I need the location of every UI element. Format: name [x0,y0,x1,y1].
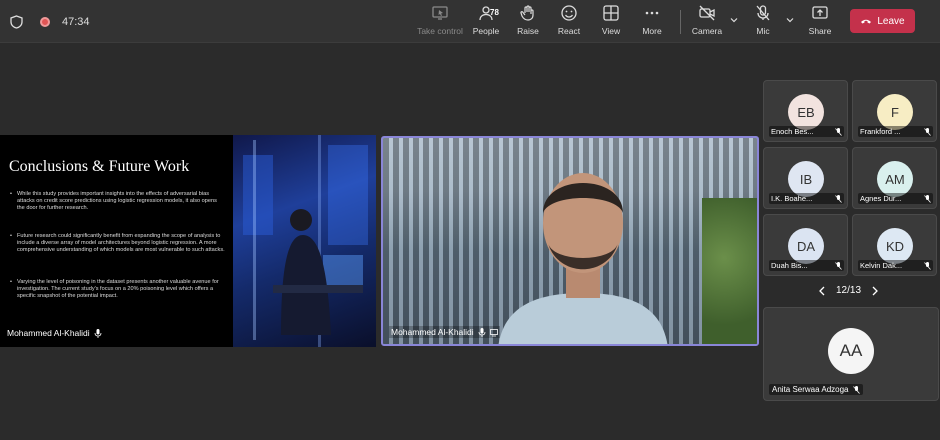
camera-label: Camera [691,26,723,36]
slide-bullet: Varying the level of poisoning in the da… [10,279,225,300]
participant-name: Agnes Dur... [860,194,902,203]
raise-hand-icon [520,5,534,21]
avatar: DA [788,228,824,264]
presenter-name: Mohammed Al-Khalidi [7,328,90,338]
view-label: View [601,26,621,36]
avatar: EB [788,94,824,130]
people-count-badge: 78 [490,8,499,17]
mic-muted-icon [852,385,860,394]
take-control-label: Take control [417,26,463,36]
take-control-button[interactable]: Take control [414,4,466,40]
raise-label: Raise [517,26,539,36]
participant-tile[interactable]: AM Agnes Dur... [852,147,937,209]
mic-muted-icon [835,194,842,203]
participant-tile[interactable]: IB I.K. Boahe... [763,147,848,209]
slide-bullet: Future research could significantly bene… [10,233,225,254]
meeting-toolbar: 47:34 Take control 78 People Raise React… [0,0,940,43]
shield-icon[interactable] [10,0,23,43]
slide-text-panel: Conclusions & Future Work While this stu… [0,135,233,347]
more-button[interactable]: More [626,4,678,40]
participant-name-tag: Anita Serwaa Adzoga [769,384,863,395]
mic-muted-icon [835,127,842,136]
participant-name-tag: I.K. Boahe... [769,193,844,204]
avatar: IB [788,161,824,197]
leave-label: Leave [877,15,905,27]
participant-name: Enoch Bes... [771,127,814,136]
speaker-name-tag: Mohammed Al-Khalidi [389,326,500,338]
recording-indicator-icon [40,0,50,43]
mic-icon [94,328,102,338]
pager-label: 12/13 [836,285,862,296]
video-background-tree [702,198,757,344]
participant-pager: 12/13 [818,285,879,296]
speaker-silhouette [498,173,668,344]
participant-name: I.K. Boahe... [771,194,813,203]
people-label: People [472,26,500,36]
more-dots-icon [645,11,659,15]
share-button[interactable]: Share [794,4,846,40]
mic-button[interactable]: Mic [737,4,789,40]
mic-off-icon [756,5,770,21]
chevron-right-icon[interactable] [871,286,879,296]
take-control-icon [432,6,448,20]
slide-illustration [233,135,376,347]
participant-name-tag: Enoch Bes... [769,126,844,137]
participant-name-tag: Duah Bis... [769,260,844,271]
avatar: AA [828,328,874,374]
more-label: More [642,26,662,36]
participant-name: Duah Bis... [771,261,808,270]
shared-screen: Conclusions & Future Work While this stu… [0,135,376,347]
avatar: AM [877,161,913,197]
participant-name-tag: Frankford ... [858,126,933,137]
participant-tile[interactable]: EB Enoch Bes... [763,80,848,142]
meeting-timer: 47:34 [62,15,90,28]
participant-tile[interactable]: F Frankford ... [852,80,937,142]
participant-name-tag: Kelvin Dak... [858,260,933,271]
share-screen-icon [812,6,828,19]
participant-tile[interactable]: DA Duah Bis... [763,214,848,276]
mic-muted-icon [924,261,931,270]
participant-name: Kelvin Dak... [860,261,903,270]
camera-off-icon [699,5,715,21]
speaker-video[interactable]: Mohammed Al-Khalidi [381,136,759,346]
share-label: Share [808,26,832,36]
mic-muted-icon [924,194,931,203]
phone-hangup-icon [861,19,872,24]
mic-muted-icon [835,261,842,270]
react-label: React [557,26,581,36]
slide-title: Conclusions & Future Work [9,158,190,175]
mic-icon [478,327,486,337]
featured-participant-tile[interactable]: AA Anita Serwaa Adzoga [763,307,939,401]
avatar: KD [877,228,913,264]
participant-name: Anita Serwaa Adzoga [772,385,849,394]
participant-name-tag: Agnes Dur... [858,193,933,204]
presenter-name-tag: Mohammed Al-Khalidi [5,327,104,339]
camera-button[interactable]: Camera [681,4,733,40]
speaker-name: Mohammed Al-Khalidi [391,327,474,337]
participant-name: Frankford ... [860,127,901,136]
leave-button[interactable]: Leave [850,9,915,33]
chevron-left-icon[interactable] [818,286,826,296]
grid-view-icon [603,5,619,21]
mic-muted-icon [924,127,931,136]
smiley-icon [561,5,577,21]
slide-bullet: While this study provides important insi… [10,191,225,212]
avatar: F [877,94,913,130]
participant-tile[interactable]: KD Kelvin Dak... [852,214,937,276]
mic-label: Mic [756,26,770,36]
screen-share-small-icon [489,328,498,336]
